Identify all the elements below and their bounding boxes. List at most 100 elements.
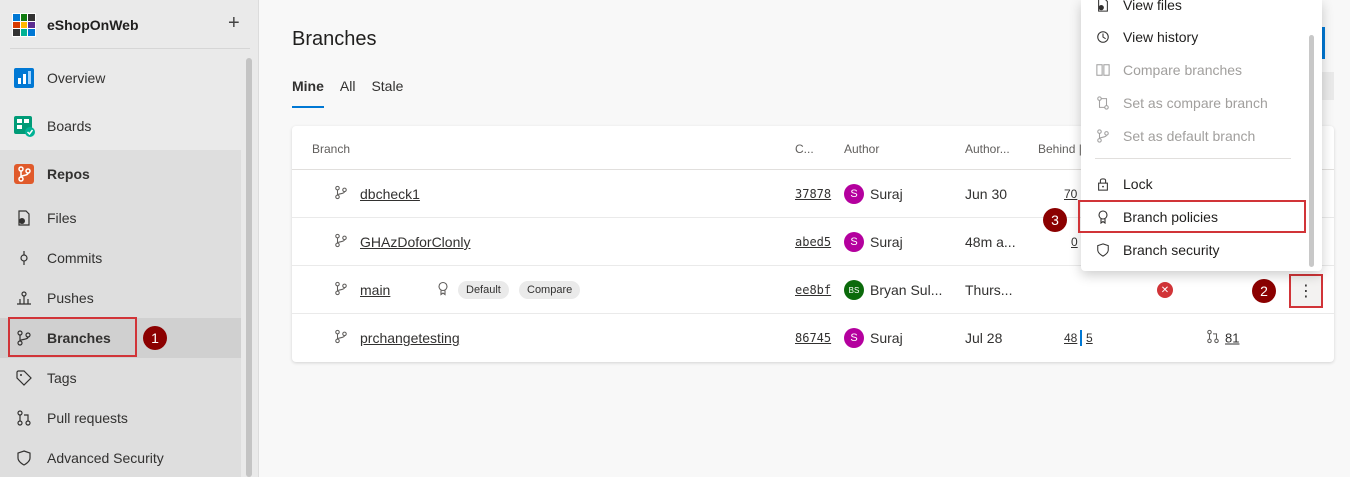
nav-overview[interactable]: Overview [0, 58, 241, 98]
nav-pushes[interactable]: Pushes [0, 278, 241, 318]
annotation-box-branches [8, 317, 137, 357]
branch-icon [1095, 128, 1111, 144]
avatar: S [844, 232, 864, 252]
commit-link[interactable]: ee8bf [795, 283, 831, 297]
nav-pull-requests-label: Pull requests [47, 410, 128, 426]
nav-pull-requests[interactable]: Pull requests [0, 398, 241, 438]
authored-date: Jun 30 [965, 186, 1008, 202]
commit-link[interactable]: abed5 [795, 235, 831, 249]
menu-label: Lock [1123, 175, 1153, 192]
nav-advanced-security[interactable]: Advanced Security [0, 438, 241, 477]
branch-name-link[interactable]: GHAzDoforClonly [360, 234, 470, 250]
compare-badge: Compare [519, 281, 581, 299]
nav-files-label: Files [47, 210, 77, 226]
table-row[interactable]: main Default Compare ee8bf BS Bryan Sul.… [292, 266, 1334, 314]
menu-scrollbar[interactable] [1309, 35, 1314, 267]
active-tab-indicator [292, 106, 324, 108]
nav-tags-label: Tags [47, 370, 77, 386]
step-badge-2: 2 [1252, 279, 1276, 303]
commit-link[interactable]: 37878 [795, 187, 831, 201]
nav-files[interactable]: Files [0, 198, 241, 238]
menu-item-set-compare-branch: Set as compare branch [1081, 86, 1311, 119]
menu-item-branch-security[interactable]: Branch security [1081, 233, 1311, 266]
new-branch-button-edge[interactable] [1322, 27, 1325, 59]
branch-icon [334, 185, 348, 203]
table-row[interactable]: prchangetesting 86745 S Suraj Jul 28 48 … [292, 314, 1334, 362]
tag-icon [13, 367, 35, 389]
step-badge-3: 3 [1043, 208, 1067, 232]
avatar: BS [844, 280, 864, 300]
behind-count[interactable]: 48 [1064, 331, 1077, 345]
header-authored[interactable]: Author... [965, 142, 1010, 156]
author-name: Suraj [870, 186, 903, 202]
nav-repos[interactable]: Repos [0, 154, 241, 194]
tab-bar: Mine All Stale [292, 78, 403, 94]
authored-date: 48m a... [965, 234, 1016, 250]
lock-icon [1095, 176, 1111, 192]
error-x-icon[interactable]: ✕ [1157, 282, 1173, 298]
menu-item-view-files[interactable]: View files [1081, 0, 1311, 21]
project-header: eShopOnWeb + [0, 0, 250, 49]
authored-date: Jul 28 [965, 330, 1003, 346]
menu-divider [1095, 158, 1291, 159]
header-behind-ahead[interactable]: Behind | [1038, 142, 1082, 156]
pull-request-icon [13, 407, 35, 429]
sidebar-scrollbar[interactable] [246, 58, 252, 477]
compare-icon [1095, 62, 1111, 78]
shield-icon [13, 447, 35, 469]
tab-stale[interactable]: Stale [371, 78, 403, 94]
author-name: Bryan Sul... [870, 282, 943, 298]
behind-count[interactable]: 70 [1064, 187, 1077, 201]
sidebar: eShopOnWeb + Overview Boards Repos Files… [0, 0, 259, 477]
nav-advanced-security-label: Advanced Security [47, 450, 164, 466]
push-icon [13, 287, 35, 309]
nav-boards-label: Boards [47, 118, 92, 134]
ahead-behind-bar [1080, 330, 1082, 346]
more-options-button[interactable]: ⋮ [1289, 274, 1323, 308]
step-badge-1: 1 [143, 326, 167, 350]
overview-icon [13, 67, 35, 89]
menu-label: Branch security [1123, 241, 1220, 258]
shield-icon [1095, 242, 1111, 258]
nav-pushes-label: Pushes [47, 290, 94, 306]
branch-name-link[interactable]: main [360, 282, 390, 298]
menu-label: Set as compare branch [1123, 94, 1268, 111]
filter-edge[interactable] [1322, 72, 1334, 100]
new-item-button[interactable]: + [228, 12, 240, 35]
menu-item-view-history[interactable]: View history [1081, 20, 1311, 53]
branch-icon [334, 281, 348, 299]
tab-all[interactable]: All [340, 78, 356, 94]
branch-name-link[interactable]: prchangetesting [360, 330, 460, 346]
menu-label: Compare branches [1123, 61, 1243, 78]
avatar: S [844, 184, 864, 204]
header-branch[interactable]: Branch [312, 142, 350, 156]
divider [10, 48, 250, 49]
project-logo-icon [12, 13, 36, 37]
commit-link[interactable]: 86745 [795, 331, 831, 345]
nav-boards[interactable]: Boards [0, 106, 241, 146]
project-name[interactable]: eShopOnWeb [47, 17, 139, 33]
author-name: Suraj [870, 234, 903, 250]
nav-tags[interactable]: Tags [0, 358, 241, 398]
files-icon [13, 207, 35, 229]
menu-label: View files [1123, 0, 1182, 13]
menu-label: View history [1123, 28, 1199, 45]
menu-label: Set as default branch [1123, 127, 1256, 144]
set-compare-icon [1095, 95, 1111, 111]
commit-icon [13, 247, 35, 269]
branch-icon [334, 329, 348, 347]
menu-item-set-default-branch: Set as default branch [1081, 119, 1311, 152]
tab-mine[interactable]: Mine [292, 78, 324, 94]
page-title: Branches [292, 28, 377, 50]
branch-name-link[interactable]: dbcheck1 [360, 186, 420, 202]
behind-count[interactable]: 0 [1071, 235, 1078, 249]
author-name: Suraj [870, 330, 903, 346]
menu-item-compare-branches: Compare branches [1081, 53, 1311, 86]
header-author[interactable]: Author [844, 142, 879, 156]
header-commit[interactable]: C... [795, 142, 814, 156]
pull-request-count[interactable]: 81 [1225, 331, 1239, 346]
menu-item-lock[interactable]: Lock [1081, 167, 1311, 200]
ahead-count[interactable]: 5 [1086, 331, 1093, 345]
avatar: S [844, 328, 864, 348]
nav-commits[interactable]: Commits [0, 238, 241, 278]
